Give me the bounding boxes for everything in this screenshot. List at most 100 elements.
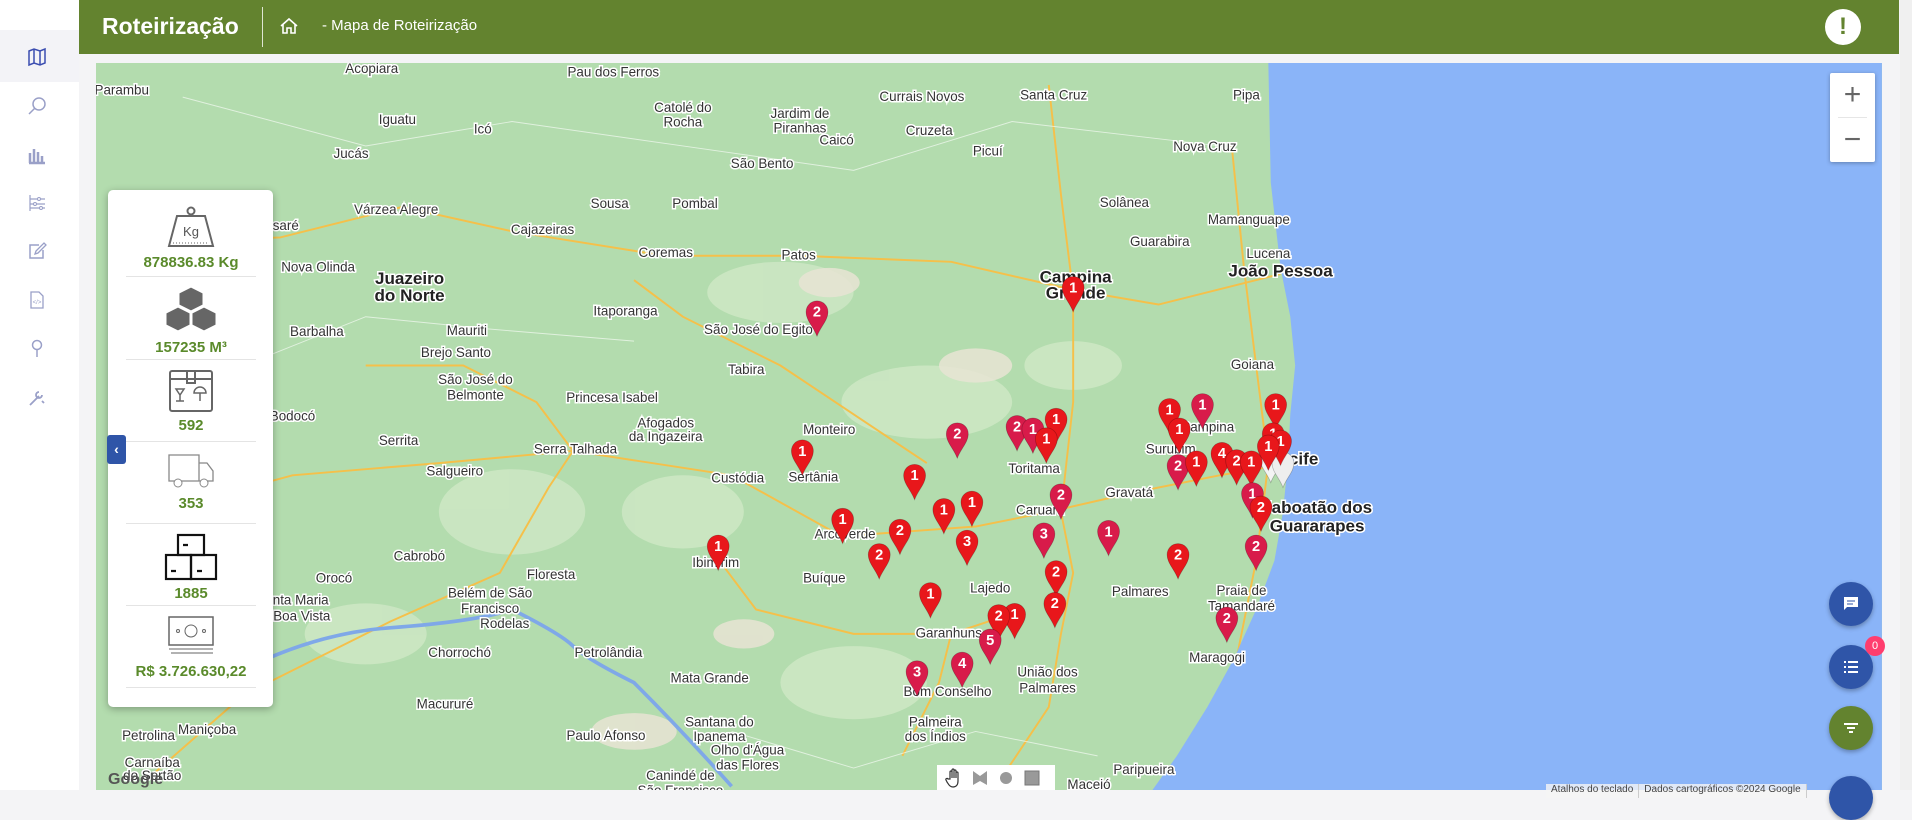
marker-count: 1 — [714, 539, 722, 555]
map-attribution: Atalhos do teclado Dados cartográficos ©… — [1546, 784, 1807, 798]
zoom-in-button[interactable]: + — [1830, 73, 1875, 117]
marker-count: 2 — [1233, 454, 1241, 470]
map-place-label: Buíque — [803, 571, 845, 586]
map-place-label: Orocó — [316, 571, 353, 586]
marker-count: 2 — [1174, 458, 1182, 474]
marker-count: 1 — [1052, 412, 1060, 428]
marker-count: 1 — [1272, 397, 1280, 413]
map-place-label: da Ingazeira — [629, 429, 703, 444]
map-place-label: Currais Novos — [879, 89, 964, 104]
collapse-panel-button[interactable]: ‹ — [107, 435, 126, 464]
top-header: Roteirização - Mapa de Roteirização ! — [79, 0, 1899, 54]
map-place-label: Gravatá — [1105, 485, 1153, 500]
filter-button[interactable] — [1829, 706, 1873, 750]
map-place-label: Pombal — [672, 196, 717, 211]
map-data-credit[interactable]: Dados cartográficos ©2024 Google — [1639, 784, 1807, 798]
marker-count: 1 — [1042, 432, 1050, 448]
map-place-label: Cajazeiras — [511, 222, 575, 237]
marker-count: 1 — [1011, 607, 1019, 623]
map-place-label: das Flores — [716, 757, 779, 772]
map-place-label: Jardim de — [770, 106, 829, 121]
map-icon[interactable] — [27, 47, 47, 67]
map-place-label: Palmares — [1019, 680, 1076, 695]
truck-icon — [168, 454, 214, 488]
zoom-controls: + − — [1830, 73, 1875, 162]
marker-count: 3 — [963, 534, 971, 550]
marker-count: 1 — [798, 444, 806, 460]
marker-count: 2 — [1252, 539, 1260, 555]
map-place-label: Macururé — [417, 696, 474, 711]
extra-action-button[interactable] — [1829, 776, 1873, 820]
map-place-label: Maceió — [1067, 777, 1110, 790]
marker-count: 2 — [1257, 500, 1265, 516]
map-place-label: São Francisco — [638, 783, 724, 790]
marker-count: 2 — [1223, 611, 1231, 627]
map-place-label: Francisco — [461, 601, 519, 616]
map-place-label: Rocha — [663, 114, 702, 129]
alert-button[interactable]: ! — [1825, 9, 1861, 45]
map-place-label: Garanhuns — [916, 626, 983, 641]
map-place-label: Nova Olinda — [281, 260, 355, 275]
map-place-label: Coremas — [639, 245, 694, 260]
bar-chart-icon[interactable] — [27, 145, 47, 165]
marker-count: 2 — [875, 547, 883, 563]
weight-icon-text: Kg — [183, 224, 199, 239]
keyboard-shortcuts-link[interactable]: Atalhos do teclado — [1546, 784, 1640, 798]
map-place-label: São José do — [438, 372, 513, 387]
map-place-label: Paripueira — [1113, 762, 1175, 777]
map-place-label: Princesa Isabel — [566, 390, 658, 405]
list-icon — [1844, 661, 1858, 673]
map-place-label: Acopiara — [345, 63, 398, 76]
marker-count: 1 — [911, 468, 919, 484]
marker-count: 2 — [813, 305, 821, 321]
map-place-label: Lajedo — [970, 580, 1010, 595]
breadcrumb[interactable]: - Mapa de Roteirização — [322, 17, 477, 34]
packages-stat: 592 — [126, 367, 256, 442]
volume-value: 157235 M³ — [155, 339, 227, 356]
map-place-label: Sertânia — [788, 469, 838, 484]
zoom-out-button[interactable]: − — [1830, 118, 1875, 162]
packages-value: 592 — [178, 417, 204, 434]
marker-count: 1 — [1198, 397, 1206, 413]
map-place-label: dos Índios — [905, 729, 966, 744]
map-canvas[interactable]: Acopiara Pau dos Ferros Currais Novos Santa… — [96, 63, 1882, 790]
map-place-label: Cruzeta — [906, 123, 953, 138]
route-map[interactable]: Acopiara Pau dos Ferros Currais Novos Santa… — [96, 63, 1882, 790]
rectangle-icon[interactable] — [1021, 767, 1043, 789]
map-place-label: Olho d'Água — [711, 743, 785, 758]
boxes-icon — [165, 286, 217, 332]
map-place-label: Rodelas — [480, 616, 529, 631]
pin-icon[interactable] — [27, 338, 47, 358]
circle-icon[interactable] — [995, 767, 1017, 789]
summary-panel: Kg 878836.83 Kg 157235 M³ 592 353 1885 R… — [108, 190, 273, 707]
marker-count: 2 — [1013, 419, 1021, 435]
home-icon[interactable] — [279, 16, 299, 36]
map-place-label: Patos — [782, 247, 817, 262]
list-count-badge: 0 — [1865, 636, 1885, 656]
map-place-label: Nova Cruz — [1173, 139, 1237, 154]
weight-value: 878836.83 Kg — [143, 254, 239, 271]
map-place-label: Solânea — [1100, 195, 1150, 210]
edit-icon[interactable] — [27, 241, 47, 261]
map-place-label: Canindé de — [646, 768, 715, 783]
map-place-label: Salgueiro — [426, 463, 483, 478]
map-place-label: Petrolina — [122, 728, 175, 743]
code-file-icon[interactable]: </> — [27, 290, 47, 310]
map-place-label: Jucás — [334, 146, 369, 161]
map-city-label: do Norte — [375, 286, 445, 305]
marker-count: 1 — [1192, 455, 1200, 471]
map-place-label: Catolé do — [654, 100, 711, 115]
polyline-icon[interactable] — [969, 767, 991, 789]
page-scrollbar[interactable] — [1900, 0, 1912, 790]
tools-icon[interactable] — [27, 387, 47, 407]
sliders-icon[interactable] — [27, 193, 47, 213]
weight-icon: Kg — [167, 206, 215, 247]
map-place-label: Goiana — [1231, 357, 1275, 372]
hand-icon[interactable] — [943, 767, 965, 789]
marker-count: 3 — [913, 665, 921, 681]
search-icon[interactable] — [27, 96, 47, 116]
chat-button[interactable] — [1829, 582, 1873, 626]
map-place-label: Picuí — [973, 144, 1003, 159]
weight-stat: Kg 878836.83 Kg — [126, 206, 256, 277]
marker-count: 1 — [1104, 524, 1112, 540]
